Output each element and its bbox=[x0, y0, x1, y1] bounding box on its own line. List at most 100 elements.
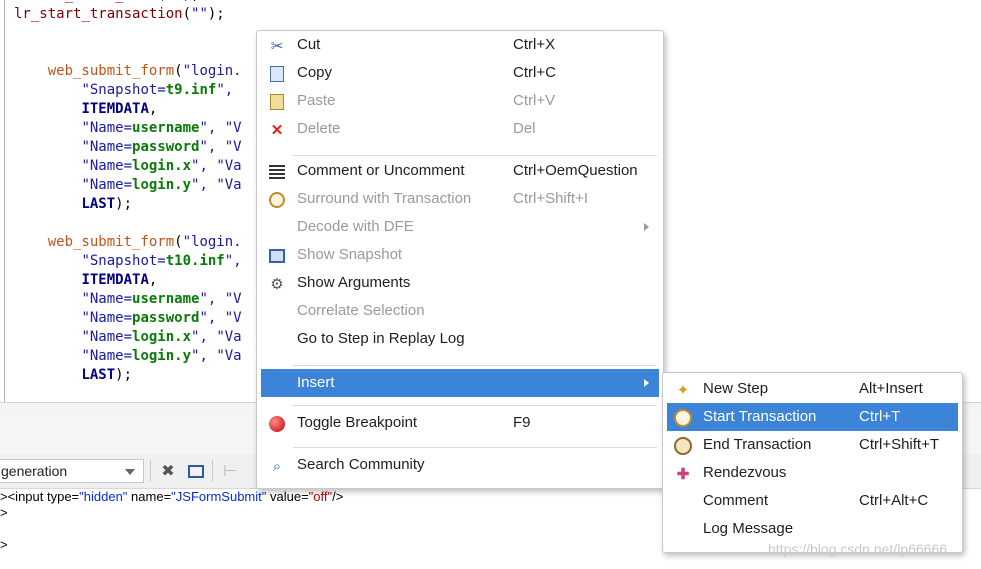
code-line-token bbox=[14, 158, 81, 174]
code-line: "Snapshot=t10.inf", bbox=[14, 252, 242, 271]
submenu-item-log-message[interactable]: Log Message bbox=[667, 515, 958, 543]
code-line: "Name=username", "V bbox=[14, 290, 241, 309]
code-line-token bbox=[14, 120, 81, 136]
code-line-token: login.x bbox=[132, 329, 192, 345]
submenu-item-start-transaction[interactable]: Start Transaction Ctrl+T bbox=[667, 403, 958, 431]
code-line-token: web_submit_form bbox=[47, 63, 175, 79]
log-line-token: value= bbox=[266, 489, 309, 504]
code-line-token: t10.inf bbox=[165, 253, 225, 269]
code-line-token: (69); bbox=[157, 0, 199, 3]
editor-gutter-line bbox=[4, 0, 5, 402]
filter-icon[interactable]: ⊢ bbox=[220, 461, 240, 481]
log-line-token: name= bbox=[127, 489, 172, 504]
menu-separator bbox=[293, 447, 657, 448]
code-line-token: ", "V bbox=[199, 310, 242, 326]
code-line-token: LAST bbox=[81, 196, 116, 212]
code-line: lr_start_transaction(""); bbox=[14, 5, 242, 24]
code-line-token bbox=[14, 82, 81, 98]
menu-separator bbox=[293, 365, 657, 366]
log-line-token: ><input type= bbox=[0, 489, 80, 504]
code-line-token: "Snapshot= bbox=[81, 253, 166, 269]
code-line-token: "" bbox=[191, 6, 208, 22]
code-line-token: password bbox=[132, 310, 200, 326]
code-line: "Snapshot=t9.inf", bbox=[14, 81, 242, 100]
context-menu: ✂ Cut Ctrl+X Copy Ctrl+C Paste Ctrl+V ✕ … bbox=[256, 30, 664, 489]
view-toggle-icon[interactable] bbox=[186, 461, 206, 481]
watermark: https://blog.csdn.net/lp66666 bbox=[768, 541, 948, 557]
copy-icon bbox=[267, 64, 287, 84]
menu-item-correlate-selection[interactable]: Correlate Selection bbox=[261, 297, 659, 325]
start-transaction-icon bbox=[673, 408, 693, 428]
end-transaction-icon bbox=[673, 436, 693, 456]
code-line-token bbox=[14, 253, 81, 269]
rendezvous-icon: ✚ bbox=[676, 466, 690, 483]
transaction-clock-icon bbox=[267, 190, 287, 210]
code-line-token: web_submit_form bbox=[47, 234, 175, 250]
arguments-icon: ⚙ bbox=[270, 276, 284, 293]
menu-item-comment-uncomment[interactable]: Comment or Uncomment Ctrl+OemQuestion bbox=[261, 157, 659, 185]
code-line-token: ", bbox=[224, 253, 242, 269]
code-line-token bbox=[14, 310, 81, 326]
code-line-token: "Name= bbox=[81, 139, 133, 155]
code-line-token: "Name= bbox=[81, 177, 133, 193]
menu-item-delete[interactable]: ✕ Delete Del bbox=[261, 115, 659, 143]
code-line: web_submit_form("login. bbox=[14, 62, 242, 81]
menu-item-copy[interactable]: Copy Ctrl+C bbox=[261, 59, 659, 87]
code-line-token: "Name= bbox=[81, 158, 133, 174]
code-line-token: "Name= bbox=[81, 310, 133, 326]
code-line-token: ", "Va bbox=[191, 158, 242, 174]
toolbar-separator bbox=[150, 460, 151, 482]
snapshot-icon bbox=[267, 246, 287, 266]
code-line-token: "login. bbox=[182, 63, 242, 79]
code-line-token: login.x bbox=[132, 158, 192, 174]
menu-item-decode-dfe[interactable]: Decode with DFE bbox=[261, 213, 659, 241]
code-line-token bbox=[14, 272, 81, 288]
paste-icon bbox=[267, 92, 287, 112]
menu-item-surround-transaction[interactable]: Surround with Transaction Ctrl+Shift+I bbox=[261, 185, 659, 213]
menu-item-goto-replay-log[interactable]: Go to Step in Replay Log bbox=[261, 325, 659, 353]
menu-item-search-community[interactable]: ⌕ Search Community bbox=[261, 451, 659, 479]
log-line-token: > bbox=[0, 505, 8, 520]
code-line-token bbox=[14, 63, 48, 79]
clear-x-icon[interactable]: ✖ bbox=[158, 461, 178, 481]
code-line-token: ); bbox=[115, 196, 133, 212]
code-line-token bbox=[14, 177, 81, 193]
submenu-item-new-step[interactable]: ✦ New Step Alt+Insert bbox=[667, 375, 958, 403]
menu-item-show-snapshot[interactable]: Show Snapshot bbox=[261, 241, 659, 269]
code-line-token: ", "V bbox=[199, 139, 242, 155]
code-line-token: ITEMDATA bbox=[81, 272, 149, 288]
code-line-token bbox=[14, 0, 48, 3]
code-line-token: t9.inf bbox=[165, 82, 217, 98]
code-line-token: username bbox=[132, 291, 200, 307]
menu-item-cut[interactable]: ✂ Cut Ctrl+X bbox=[261, 31, 659, 59]
code-line-token: ( bbox=[182, 6, 192, 22]
chevron-down-icon[interactable] bbox=[125, 469, 135, 475]
code-line-token: "Snapshot= bbox=[81, 82, 166, 98]
code-line-token: ", "Va bbox=[191, 348, 242, 364]
submenu-item-comment[interactable]: Comment Ctrl+Alt+C bbox=[667, 487, 958, 515]
code-lines[interactable]: lr_think_time(69);lr_start_transaction("… bbox=[14, 0, 242, 385]
code-line-token: ); bbox=[207, 6, 225, 22]
code-line: web_submit_form("login. bbox=[14, 233, 242, 252]
submenu-item-end-transaction[interactable]: End Transaction Ctrl+Shift+T bbox=[667, 431, 958, 459]
code-line-token bbox=[14, 329, 81, 345]
code-line-token: ITEMDATA bbox=[81, 101, 149, 117]
menu-item-insert[interactable]: Insert bbox=[261, 369, 659, 397]
menu-item-show-arguments[interactable]: ⚙ Show Arguments bbox=[261, 269, 659, 297]
code-line-token: password bbox=[132, 139, 200, 155]
menu-item-paste[interactable]: Paste Ctrl+V bbox=[261, 87, 659, 115]
log-filter-combo[interactable]: generation bbox=[0, 459, 144, 483]
menu-separator bbox=[293, 155, 657, 156]
code-line: "Name=password", "V bbox=[14, 138, 242, 157]
code-line-token: ", "V bbox=[199, 120, 242, 136]
submenu-item-rendezvous[interactable]: ✚ Rendezvous bbox=[667, 459, 958, 487]
breakpoint-icon bbox=[267, 414, 287, 434]
submenu-arrow-icon bbox=[644, 223, 649, 231]
code-line-token: ", bbox=[216, 82, 234, 98]
code-line-token bbox=[14, 101, 81, 117]
code-line-token: ( bbox=[174, 234, 183, 250]
menu-item-toggle-breakpoint[interactable]: Toggle Breakpoint F9 bbox=[261, 409, 659, 437]
comment-icon bbox=[267, 162, 287, 182]
